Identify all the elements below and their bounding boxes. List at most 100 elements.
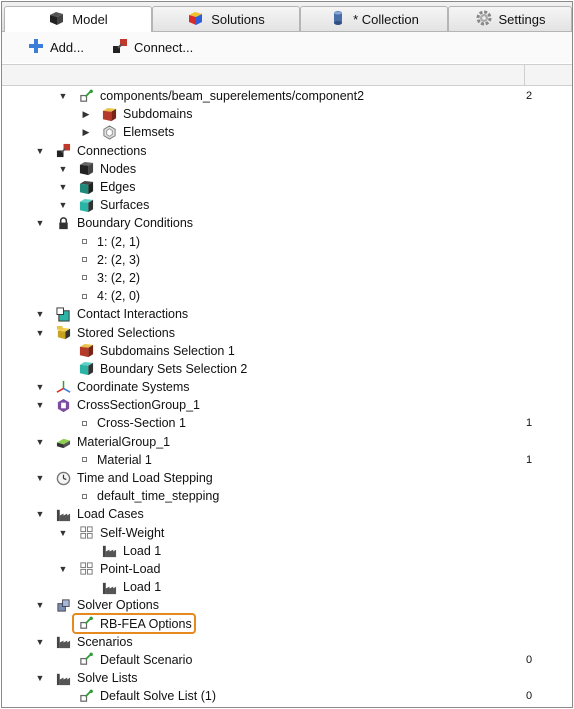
tree-row[interactable]: Boundary Sets Selection 2 [2, 360, 572, 378]
collapse-arrow-icon[interactable]: ▼ [35, 309, 45, 319]
tree-row-label: Contact Interactions [77, 307, 189, 322]
tree-row[interactable]: Subdomains Selection 1 [2, 342, 572, 360]
tree-row[interactable]: Cross-Section 1 1 [2, 414, 572, 432]
tab-solutions[interactable]: Solutions [152, 6, 300, 31]
tree-row[interactable]: ▼ Contact Interactions [2, 305, 572, 323]
collapse-arrow-icon[interactable]: ▼ [58, 182, 68, 192]
subdomain-cube-icon [78, 343, 94, 359]
lock-icon [55, 215, 71, 231]
tree-row-label: Elemsets [123, 125, 175, 140]
collapse-arrow-icon[interactable]: ▼ [58, 528, 68, 538]
tree-row[interactable]: ▼ Edges [2, 178, 572, 196]
tree-row[interactable]: ▼ Solve Lists [2, 669, 572, 687]
tree-row-label: Material 1 [97, 452, 152, 467]
tree-row[interactable]: 4: (2, 0) [2, 287, 572, 305]
collapse-arrow-icon[interactable]: ▼ [58, 564, 68, 574]
tree-row[interactable]: 1: (2, 1) [2, 233, 572, 251]
collapse-arrow-icon[interactable]: ▼ [35, 146, 45, 156]
tree-row-label: Cross-Section 1 [97, 416, 186, 431]
column-header [2, 64, 572, 86]
factory-icon [101, 579, 117, 595]
tree-row[interactable]: ▼ Nodes [2, 160, 572, 178]
tree-row[interactable]: Load 1 [2, 578, 572, 596]
tree-row[interactable]: ▼ Point-Load [2, 560, 572, 578]
tree-row-label: Subdomains Selection 1 [100, 343, 235, 358]
tree-row[interactable]: default_time_stepping [2, 487, 572, 505]
tree-row-label: Time and Load Stepping [77, 471, 213, 486]
collapse-arrow-icon[interactable]: ▼ [35, 382, 45, 392]
tree-row-label: components/beam_superelements/component2 [100, 89, 365, 104]
collapse-arrow-icon[interactable]: ▼ [35, 328, 45, 338]
collapse-arrow-icon[interactable]: ▼ [35, 600, 45, 610]
tree-row[interactable]: ▼ Coordinate Systems [2, 378, 572, 396]
elemset-icon [101, 124, 117, 140]
column-separator[interactable] [524, 65, 525, 85]
tree-row[interactable]: ▼ Connections [2, 142, 572, 160]
factory-icon [55, 506, 71, 522]
tree-row[interactable]: Load 1 [2, 542, 572, 560]
tree-row-label: CrossSectionGroup_1 [77, 398, 200, 413]
tree-row[interactable]: ▼ MaterialGroup_1 [2, 433, 572, 451]
tree-row[interactable]: ▼ CrossSectionGroup_1 [2, 396, 572, 414]
tree-row-label: Solver Options [77, 598, 159, 613]
solver-icon [55, 597, 71, 613]
tree-row[interactable]: ▶ Elemsets [2, 123, 572, 141]
collapse-arrow-icon[interactable]: ▼ [35, 509, 45, 519]
collapse-arrow-icon[interactable]: ▼ [35, 437, 45, 447]
tree-row-label: Load Cases [77, 507, 144, 522]
expand-arrow-icon[interactable]: ▶ [81, 127, 91, 137]
plus-icon [28, 38, 44, 57]
tree-row[interactable]: ▼ Time and Load Stepping [2, 469, 572, 487]
tree-row[interactable]: ▼ Stored Selections [2, 323, 572, 341]
tree-row-label: Edges [100, 180, 136, 195]
edges-cube-icon [78, 179, 94, 195]
tab-bar: Model Solutions * Collection Settings [2, 2, 572, 32]
tree-row[interactable]: ▼ Load Cases [2, 505, 572, 523]
clock-icon [55, 470, 71, 486]
collapse-arrow-icon[interactable]: ▼ [35, 473, 45, 483]
tree-row-label: 2: (2, 3) [97, 252, 141, 267]
tree-row[interactable]: ▼ Surfaces [2, 196, 572, 214]
gear-icon [475, 9, 493, 30]
collapse-arrow-icon[interactable]: ▼ [58, 200, 68, 210]
tree-row-label: Boundary Sets Selection 2 [100, 361, 248, 376]
tree-row[interactable]: ▼ Scenarios [2, 633, 572, 651]
tab-model[interactable]: Model [4, 6, 152, 32]
grid-icon [78, 561, 94, 577]
tree-row[interactable]: 3: (2, 2) [2, 269, 572, 287]
collapse-arrow-icon[interactable]: ▼ [58, 164, 68, 174]
tree-row[interactable]: ▼ components/beam_superelements/component… [2, 87, 572, 105]
contact-icon [55, 306, 71, 322]
tree-row[interactable]: ▶ Subdomains [2, 105, 572, 123]
tree-row[interactable]: 2: (2, 3) [2, 251, 572, 269]
collapse-arrow-icon[interactable]: ▼ [35, 400, 45, 410]
collapse-arrow-icon[interactable]: ▼ [35, 218, 45, 228]
tab-collection[interactable]: * Collection [300, 6, 448, 31]
connect-button[interactable]: Connect... [112, 38, 193, 57]
collection-icon [329, 9, 347, 30]
tree-row[interactable]: ▼ Self-Weight [2, 524, 572, 542]
leaf-square-icon [82, 457, 87, 463]
leaf-square-icon [82, 420, 87, 426]
tree-row[interactable]: Default Scenario 0 [2, 651, 572, 669]
collapse-arrow-icon[interactable]: ▼ [35, 637, 45, 647]
expand-arrow-icon[interactable]: ▶ [81, 109, 91, 119]
add-button[interactable]: Add... [28, 38, 84, 57]
tab-label: Model [72, 12, 108, 27]
tree-row[interactable]: ▼ Boundary Conditions [2, 214, 572, 232]
selection-highlight [72, 613, 196, 634]
tab-settings[interactable]: Settings [448, 6, 572, 31]
tree-row-count: 2 [526, 90, 533, 103]
tree-row[interactable]: Material 1 1 [2, 451, 572, 469]
collapse-arrow-icon[interactable]: ▼ [58, 91, 68, 101]
cross-section-icon [55, 397, 71, 413]
tree-row[interactable]: ▼ Solver Options [2, 596, 572, 614]
tree-row-label: Load 1 [123, 543, 162, 558]
leaf-square-icon [82, 239, 87, 245]
collapse-arrow-icon[interactable]: ▼ [35, 673, 45, 683]
tree-row[interactable]: Default Solve List (1) 0 [2, 687, 572, 705]
